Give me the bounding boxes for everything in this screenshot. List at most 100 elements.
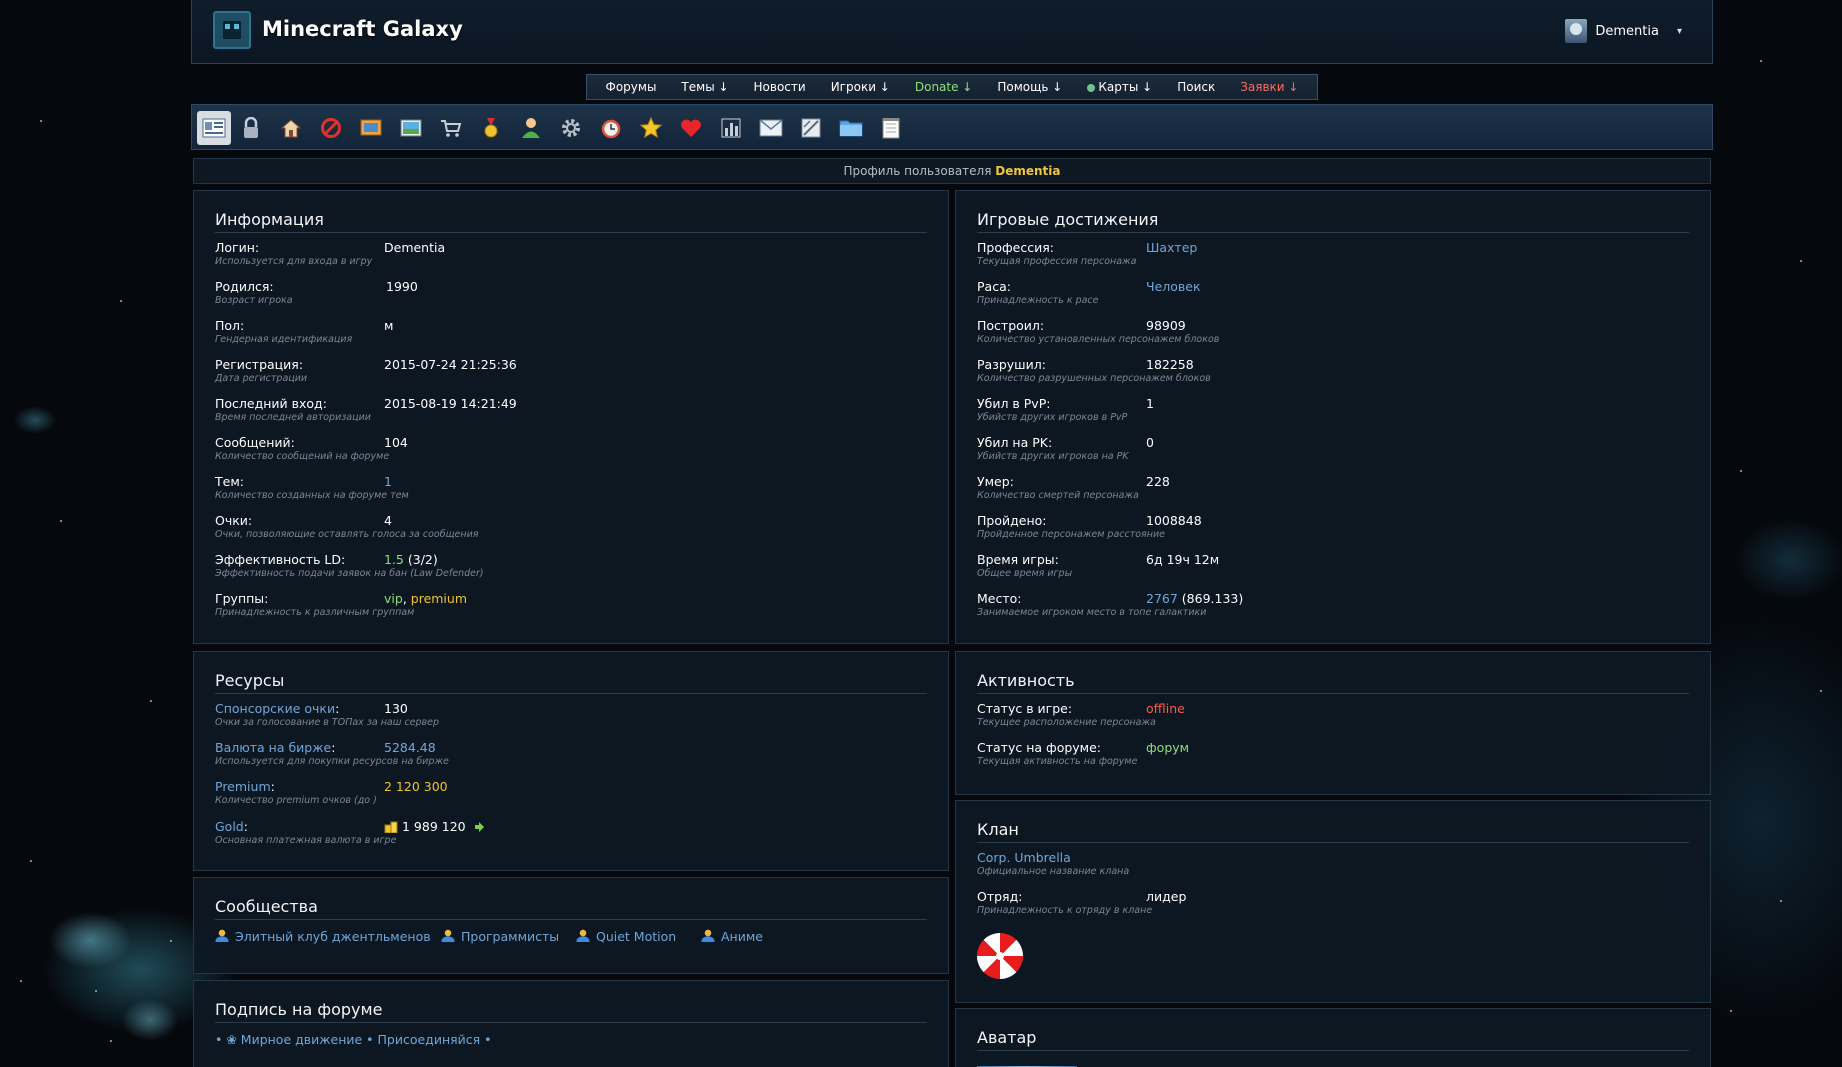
achievement-hint: Убийств других игроков в PvP [977, 412, 1128, 423]
ld-counts: (3/2) [407, 552, 438, 567]
profile-card-icon[interactable] [197, 111, 231, 145]
user-menu[interactable]: Dementia ▾ [1565, 19, 1682, 43]
gold-link[interactable]: Gold [215, 819, 244, 834]
profile-toolbar [191, 104, 1713, 150]
nav-help[interactable]: Помощь ↓ [997, 80, 1062, 94]
notepad-icon[interactable] [877, 114, 905, 142]
info-label: Сообщений: [215, 435, 295, 450]
profession-link[interactable]: Шахтер [1146, 240, 1197, 255]
picture-icon[interactable] [397, 114, 425, 142]
gear-icon[interactable] [557, 114, 585, 142]
label-colon: : [270, 779, 275, 794]
star-icon[interactable] [637, 114, 665, 142]
achievement-label: Построил: [977, 318, 1045, 333]
achievement-label: Убил на PK: [977, 435, 1053, 450]
achievement-hint: Принадлежность к расе [977, 295, 1099, 306]
cart-icon[interactable] [437, 114, 465, 142]
group-premium[interactable]: premium [411, 591, 467, 606]
achievement-hint: Текущая профессия персонажа [977, 256, 1137, 267]
resource-label: Валюта на бирже: [215, 740, 335, 755]
community-link[interactable]: Quiet Motion [576, 929, 676, 944]
signature-text[interactable]: • ❀ Мирное движение • Присоединяйся • [215, 1032, 492, 1047]
ld-efficiency-value: 1.5 (3/2) [384, 552, 438, 567]
arrow-right-icon[interactable] [474, 822, 484, 832]
group-vip[interactable]: vip [384, 591, 403, 606]
achievement-row: Умер: 228 Количество смертей персонажа [977, 474, 1697, 513]
info-value: 2015-07-24 21:25:36 [384, 357, 517, 372]
achievement-value: 182258 [1146, 357, 1194, 372]
profile-header-username[interactable]: Dementia [995, 164, 1060, 178]
achievement-hint: Общее время игры [977, 568, 1073, 579]
nav-applications[interactable]: Заявки ↓ [1240, 80, 1298, 94]
achievement-row: Профессия: Шахтер Текущая профессия перс… [977, 240, 1697, 279]
nav-topics[interactable]: Темы ↓ [681, 80, 728, 94]
lock-icon[interactable] [237, 114, 265, 142]
info-label: Последний вход: [215, 396, 327, 411]
info-hint: Возраст игрока [215, 295, 293, 306]
exchange-currency-link[interactable]: Валюта на бирже [215, 740, 331, 755]
achievement-row: Пройдено: 1008848 Пройденное персонажем … [977, 513, 1697, 552]
communities-title: Сообщества [215, 897, 318, 916]
document-icon[interactable] [797, 114, 825, 142]
nav-donate[interactable]: Donate ↓ [915, 80, 973, 94]
folder-icon[interactable] [837, 114, 865, 142]
community-link[interactable]: Элитный клуб джентльменов [215, 929, 431, 944]
communities-list: Элитный клуб джентльменов Программисты Q… [215, 929, 935, 947]
achievement-row: Убил в PvP: 1 Убийств других игроков в P… [977, 396, 1697, 435]
group-icon [215, 929, 229, 942]
site-logo-icon[interactable] [213, 11, 251, 49]
race-link[interactable]: Человек [1146, 279, 1201, 294]
gold-value-group: 1 989 120 [384, 819, 484, 834]
clan-panel: Клан Corp. Umbrella Официальное название… [955, 800, 1711, 1003]
forum-status-value: форум [1146, 740, 1190, 755]
heart-icon[interactable] [677, 114, 705, 142]
resource-value: 130 [384, 701, 408, 716]
signature-title: Подпись на форуме [215, 1000, 383, 1019]
community-link[interactable]: Аниме [701, 929, 763, 944]
achievement-hint: Пройденное персонажем расстояние [977, 529, 1166, 540]
rank-link[interactable]: 2767 [1146, 591, 1178, 606]
topics-link[interactable]: 1 [384, 474, 392, 489]
user-icon[interactable] [517, 114, 545, 142]
resource-row: Premium: 2 120 300 Количество premium оч… [215, 779, 935, 818]
mail-icon[interactable] [757, 114, 785, 142]
premium-link[interactable]: Premium [215, 779, 271, 794]
clan-hint: Принадлежность к отряду в клане [977, 905, 1153, 916]
resource-hint: Основная платежная валюта в игре [215, 835, 397, 846]
nav-players[interactable]: Игроки ↓ [831, 80, 890, 94]
achievement-value: 6д 19ч 12м [1146, 552, 1220, 567]
clan-name-link[interactable]: Corp. Umbrella [977, 850, 1071, 865]
user-name: Dementia [1595, 23, 1659, 39]
achievement-row: Построил: 98909 Количество установленных… [977, 318, 1697, 357]
groups-value: vip, premium [384, 591, 468, 606]
community-link[interactable]: Программисты [441, 929, 559, 944]
resource-hint: Используется для покупки ресурсов на бир… [215, 756, 449, 767]
achievement-row: Время игры: 6д 19ч 12м Общее время игры [977, 552, 1697, 591]
home-icon[interactable] [277, 114, 305, 142]
nav-search[interactable]: Поиск [1177, 80, 1215, 94]
medal-icon[interactable] [477, 114, 505, 142]
info-hint: Дата регистрации [215, 373, 308, 384]
alarm-icon[interactable] [597, 114, 625, 142]
group-icon [576, 929, 590, 942]
info-row: Группы: vip, premium Принадлежность к ра… [215, 591, 935, 630]
ban-icon[interactable] [317, 114, 345, 142]
user-avatar [1565, 19, 1588, 43]
info-value: 2015-08-19 14:21:49 [384, 396, 517, 411]
info-label: Родился: [215, 279, 274, 294]
screen-icon[interactable] [357, 114, 385, 142]
exchange-value-link[interactable]: 5284.48 [384, 740, 436, 755]
info-row: Родился: 1990 Возраст игрока [215, 279, 935, 318]
nav-news[interactable]: Новости [754, 80, 806, 94]
achievement-value: 1 [1146, 396, 1154, 411]
info-row: Логин: Dementia Используется для входа в… [215, 240, 935, 279]
profile-header: Профиль пользователя Dementia [193, 158, 1711, 184]
site-title[interactable]: Minecraft Galaxy [262, 17, 463, 41]
chart-icon[interactable] [717, 114, 745, 142]
achievement-label: Умер: [977, 474, 1014, 489]
sponsor-points-link[interactable]: Спонсорские очки [215, 701, 335, 716]
nav-maps[interactable]: Карты ↓ [1087, 80, 1152, 94]
globe-icon [1087, 84, 1096, 92]
clan-logo[interactable] [977, 933, 1023, 979]
nav-forums[interactable]: Форумы [606, 80, 657, 94]
